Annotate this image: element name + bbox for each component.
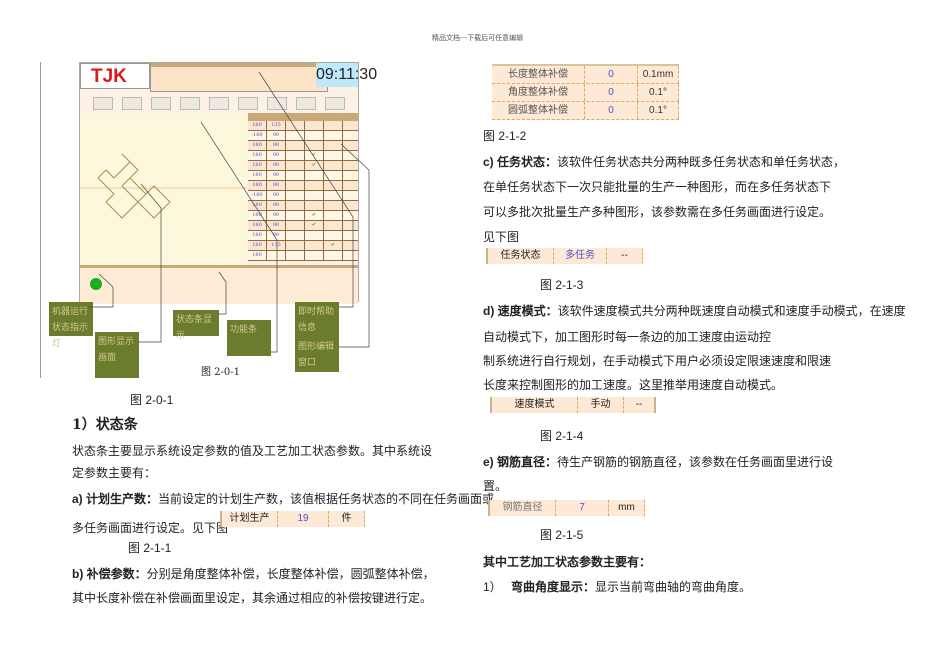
term-label: c) 任务状态：	[483, 155, 558, 169]
paragraph: 在单任务状态下一次只能批量的生产一种图形，而在多任务状态下	[483, 180, 832, 194]
paragraph: 分别是角度整体补偿，长度整体补偿，圆弧整体补偿，	[146, 567, 435, 581]
table-row: 角度整体补偿 0 0.1°	[492, 84, 679, 102]
table-cell: 长度整体补偿	[492, 66, 585, 83]
cell: --	[624, 397, 656, 413]
cell: mm	[609, 500, 645, 516]
section-heading: 1）状态条	[72, 417, 138, 433]
cell: 速度模式	[492, 397, 578, 413]
paragraph: 当前设定的计划生产数，该值根据任务状态的不同在任务画面或	[158, 492, 495, 506]
term-label: d) 速度模式：	[483, 304, 558, 318]
paragraph: 置。	[483, 479, 508, 493]
paragraph: 状态条主要显示系统设定参数的值及工艺加工状态参数。其中系统设	[72, 444, 433, 458]
table-cell: 0.1mm	[638, 66, 679, 83]
term-label: e) 钢筋直径：	[483, 455, 558, 469]
caption: 图 2-1-3	[540, 278, 584, 292]
table-cell: 0	[585, 66, 638, 83]
figure-inner-caption: 图 2-0-1	[201, 367, 241, 378]
cell: 7	[556, 500, 609, 516]
caption: 图 2-1-2	[483, 129, 527, 143]
paragraph: 制系统进行自行规划，在手动模式下用户必须设定限速速度和限速	[483, 354, 832, 368]
cell: 多任务	[554, 248, 607, 264]
table-row: 圆弧整体补偿 0 0.1°	[492, 102, 679, 120]
document-page: 精品文档---下载后可任意编辑 TJK 09:11:30 180 135 -180 9…	[0, 0, 950, 672]
cell: 件	[329, 511, 365, 527]
paragraph: 见下图	[483, 230, 520, 244]
paragraph: 其中长度补偿在补偿画面里设定，其余通过相应的补偿按键进行定。	[72, 591, 433, 605]
caption-2-0-1: 图 2-0-1	[130, 393, 174, 407]
cell: 19	[278, 511, 329, 527]
paragraph: 多任务画面进行设定。见下图	[72, 521, 229, 535]
speed-mode-table: 速度模式 手动 --	[490, 397, 656, 413]
figure-2-0-1: TJK 09:11:30 180 135 -180 90 180 90 180 90 ✔ 180 9…	[40, 62, 401, 378]
table-cell: 0.1°	[638, 102, 679, 119]
caption: 图 2-1-1	[128, 541, 172, 555]
callout-leader-lines	[88, 71, 370, 353]
paragraph: 自动模式下，加工图形时每一条边的加工速度由运动控	[483, 330, 772, 344]
cell: 手动	[578, 397, 624, 413]
subheading: 其中工艺加工状态参数主要有：	[483, 555, 652, 569]
table-cell: 0	[585, 102, 638, 119]
paragraph: 可以多批次批量生产多种图形，该参数需在多任务画面进行设定。	[483, 205, 832, 219]
term-label: a) 计划生产数：	[72, 492, 159, 506]
table-cell: 角度整体补偿	[492, 84, 585, 101]
table-cell: 0	[585, 84, 638, 101]
paragraph: 显示当前弯曲轴的弯曲角度。	[595, 580, 752, 594]
paragraph: 定参数主要有：	[72, 466, 157, 480]
list-number: 1）	[483, 580, 502, 594]
table-row: 长度整体补偿 0 0.1mm	[492, 66, 679, 84]
compensation-table: 长度整体补偿 0 0.1mm 角度整体补偿 0 0.1° 圆弧整体补偿 0 0.1°	[492, 64, 679, 120]
term-label: 弯曲角度显示：	[511, 580, 596, 594]
paragraph: 待生产钢筋的钢筋直径，该参数在任务画面里进行设	[557, 455, 834, 469]
term-label: b) 补偿参数：	[72, 567, 147, 581]
plan-production-table: 计划生产 19 件	[220, 511, 365, 527]
cell: --	[607, 248, 643, 264]
cell: 钢筋直径	[490, 500, 556, 516]
table-cell: 0.1°	[638, 84, 679, 101]
table-cell: 圆弧整体补偿	[492, 102, 585, 119]
page-header: 精品文档---下载后可任意编辑	[432, 34, 524, 42]
paragraph: 该软件速度模式共分两种既速度自动模式和速度手动模式，在速度	[557, 304, 906, 318]
paragraph: 长度来控制图形的加工速度。这里推举用速度自动模式。	[483, 378, 784, 392]
caption: 图 2-1-4	[540, 429, 584, 443]
caption: 图 2-1-5	[540, 528, 584, 542]
rebar-diameter-table: 钢筋直径 7 mm	[488, 500, 645, 516]
paragraph: 该软件任务状态共分两种既多任务状态和单任务状态，	[557, 155, 846, 169]
cell: 任务状态	[488, 248, 554, 264]
task-status-table: 任务状态 多任务 --	[486, 248, 643, 264]
cell: 计划生产	[222, 511, 278, 527]
